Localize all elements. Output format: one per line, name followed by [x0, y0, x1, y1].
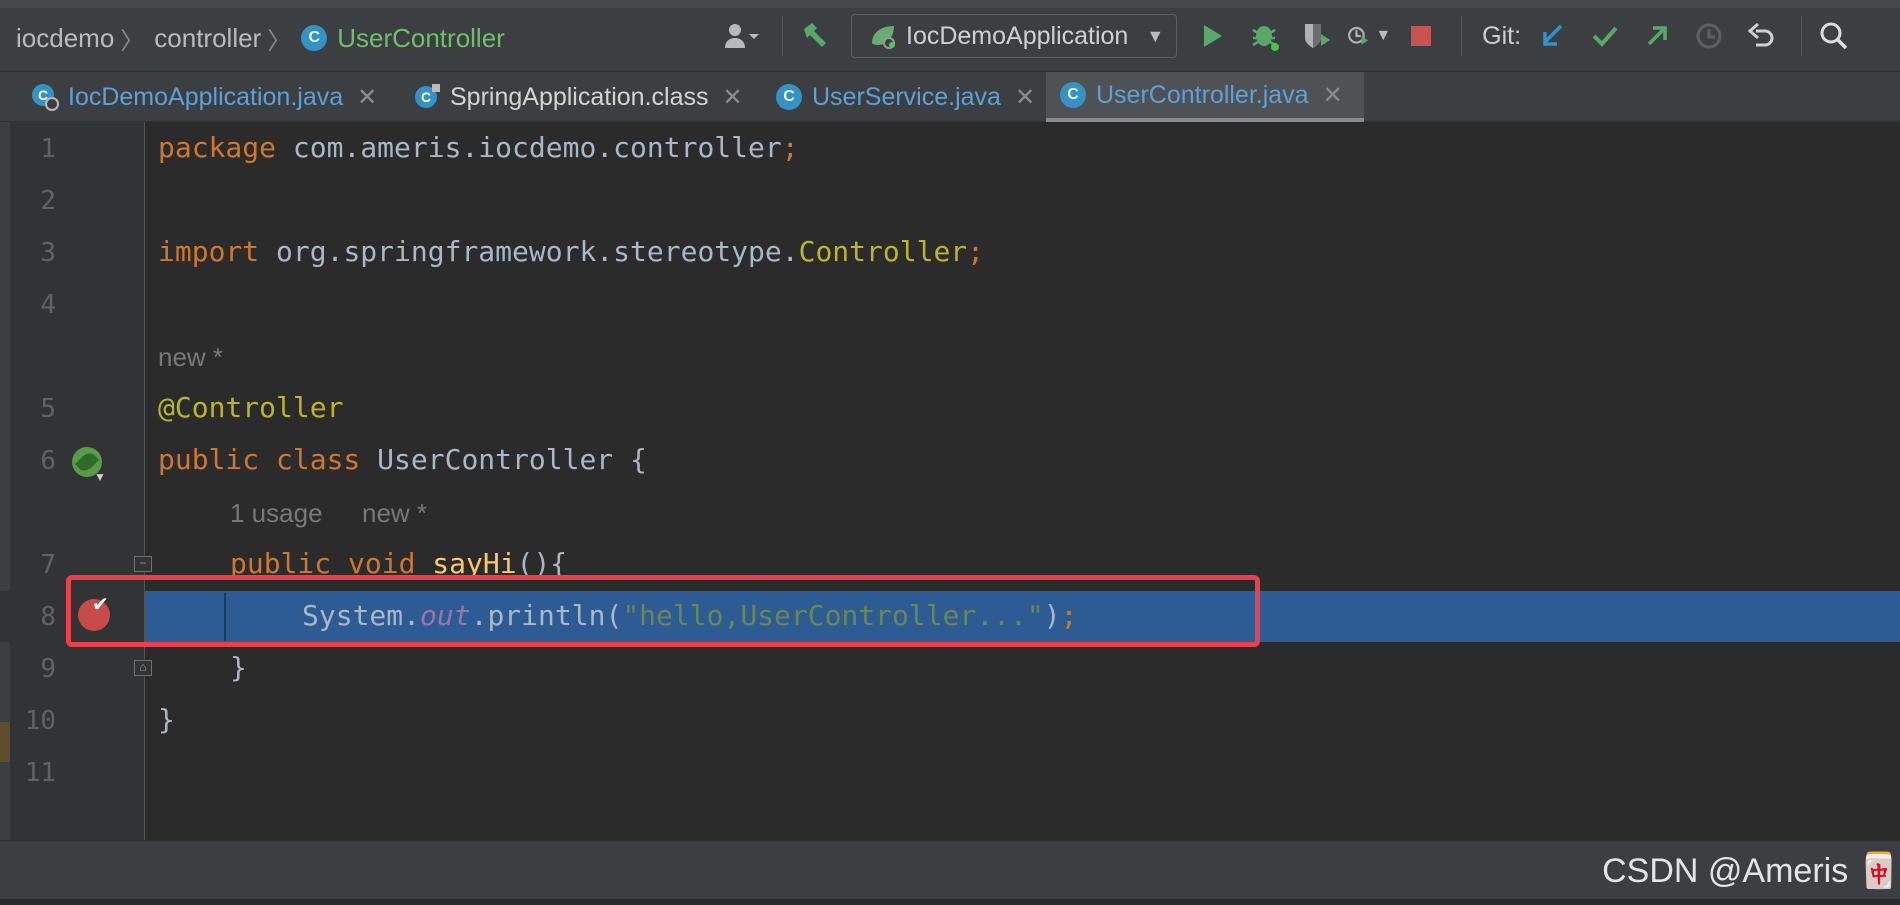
line-number: 9: [40, 654, 56, 684]
toolbar-divider: [1801, 16, 1803, 56]
chevron-down-icon: ▼: [1375, 27, 1392, 44]
rollback-icon[interactable]: [1739, 14, 1783, 58]
breadcrumb-label: controller: [154, 22, 262, 53]
tab-iocdemoapplication[interactable]: C IocDemoApplication.java ✕: [16, 72, 394, 122]
coverage-icon[interactable]: [1295, 14, 1339, 58]
tab-label: IocDemoApplication.java: [68, 82, 344, 111]
inlay-hint-author[interactable]: new *: [158, 342, 223, 373]
annotation-highlight-box: [66, 575, 1260, 647]
profiler-icon[interactable]: ▼: [1347, 14, 1391, 58]
breadcrumb-label: iocdemo: [16, 22, 115, 53]
fold-collapse-icon[interactable]: −: [134, 556, 152, 572]
semicolon: ;: [781, 131, 799, 164]
navigation-toolbar: iocdemo 〉 controller 〉 C UserController Ioc…: [0, 0, 1900, 72]
editor-tabs: C IocDemoApplication.java ✕ C SpringAppl…: [0, 72, 1900, 122]
inlay-hint-author[interactable]: new *: [362, 498, 427, 529]
git-update-icon[interactable]: [1531, 14, 1575, 58]
annotation: @Controller: [158, 391, 344, 424]
window-edge: [0, 899, 1900, 905]
line-number: 6: [40, 446, 56, 476]
code-line-5[interactable]: @Controller: [158, 391, 343, 424]
tab-label: SpringApplication.class: [450, 82, 709, 111]
build-hammer-icon[interactable]: [793, 14, 837, 58]
gutter-divider: [144, 122, 145, 840]
toolbar-divider: [1461, 16, 1463, 56]
class-declaration: UserController {: [360, 443, 647, 476]
history-icon[interactable]: [1687, 14, 1731, 58]
debug-icon[interactable]: [1243, 14, 1287, 58]
line-number: 2: [40, 186, 56, 216]
line-number: 1: [40, 134, 56, 164]
run-configuration-label: IocDemoApplication: [906, 21, 1129, 50]
toolbar-actions: IocDemoApplication ▼ ▼ Git:: [720, 12, 1864, 60]
code-line-10[interactable]: }: [158, 703, 175, 736]
breadcrumb-label: UserController: [337, 22, 505, 53]
breadcrumb-item-project[interactable]: iocdemo 〉: [16, 21, 154, 56]
close-icon[interactable]: ✕: [357, 83, 377, 112]
fold-end-icon[interactable]: ⌂: [134, 660, 152, 676]
breadcrumb-separator-icon: 〉: [120, 27, 145, 55]
class-icon: C: [1060, 82, 1086, 108]
code-line-3[interactable]: import org.springframework.stereotype.Co…: [158, 235, 984, 268]
scroll-marker: [0, 722, 10, 762]
import-path: org.springframework.stereotype.: [259, 235, 799, 268]
tab-label: UserController.java: [1096, 80, 1309, 109]
close-icon[interactable]: ✕: [1323, 81, 1343, 110]
stop-icon[interactable]: [1399, 14, 1443, 58]
window-edge: [0, 0, 1900, 8]
line-number: 4: [40, 290, 56, 320]
package-name: com.ameris.iocdemo.controller: [276, 131, 782, 164]
close-icon[interactable]: ✕: [1015, 83, 1035, 112]
git-push-icon[interactable]: [1635, 14, 1679, 58]
run-icon[interactable]: [1191, 14, 1235, 58]
chevron-down-icon: ▼: [1146, 25, 1165, 46]
git-label: Git:: [1482, 21, 1522, 50]
breadcrumb-item-package[interactable]: controller 〉: [154, 21, 301, 56]
run-configuration-select[interactable]: IocDemoApplication ▼: [851, 14, 1178, 58]
code-line-6[interactable]: public class UserController {: [158, 443, 647, 476]
line-number: 5: [40, 394, 56, 424]
close-icon[interactable]: ✕: [722, 83, 742, 112]
code-line-1[interactable]: package com.ameris.iocdemo.controller;: [158, 131, 799, 164]
line-number: 10: [24, 706, 56, 736]
structure-side-strip: [0, 122, 10, 840]
line-number: 3: [40, 238, 56, 268]
semicolon: ;: [967, 235, 985, 268]
line-number: 7: [40, 550, 56, 580]
class-icon: C: [776, 84, 802, 110]
keyword: import: [158, 235, 260, 268]
status-bar: CSDN @Ameris 🀄: [0, 840, 1900, 905]
chevron-down-icon: ▼: [94, 470, 106, 484]
git-commit-icon[interactable]: [1583, 14, 1627, 58]
tab-usercontroller[interactable]: C UserController.java ✕: [1046, 72, 1364, 122]
spring-boot-class-icon: C: [30, 82, 60, 112]
watermark-text: CSDN @Ameris 🀄: [1602, 852, 1900, 890]
spring-boot-icon: [872, 26, 895, 49]
search-icon[interactable]: [1812, 14, 1856, 58]
class-icon: C: [301, 25, 328, 51]
toolbar-divider: [782, 16, 783, 56]
line-number: 8: [40, 602, 56, 632]
svg-text:C: C: [421, 89, 431, 105]
profile-icon[interactable]: [720, 14, 764, 58]
tab-springapplication[interactable]: C SpringApplication.class ✕: [398, 72, 758, 122]
tab-label: UserService.java: [812, 82, 1001, 111]
class-ref: Controller: [798, 235, 968, 268]
tab-userservice[interactable]: C UserService.java ✕: [762, 72, 1042, 122]
breadcrumb: iocdemo 〉 controller 〉 C UserController: [16, 20, 505, 56]
inlay-hint-usages[interactable]: 1 usage: [230, 498, 323, 529]
breadcrumb-item-class[interactable]: C UserController: [301, 23, 505, 54]
code-line-9[interactable]: }: [230, 651, 247, 684]
breadcrumb-separator-icon: 〉: [267, 27, 292, 55]
class-file-icon: C: [412, 82, 442, 112]
line-number: 11: [24, 758, 56, 788]
keyword: package: [158, 131, 277, 164]
keyword: public class: [158, 443, 361, 476]
